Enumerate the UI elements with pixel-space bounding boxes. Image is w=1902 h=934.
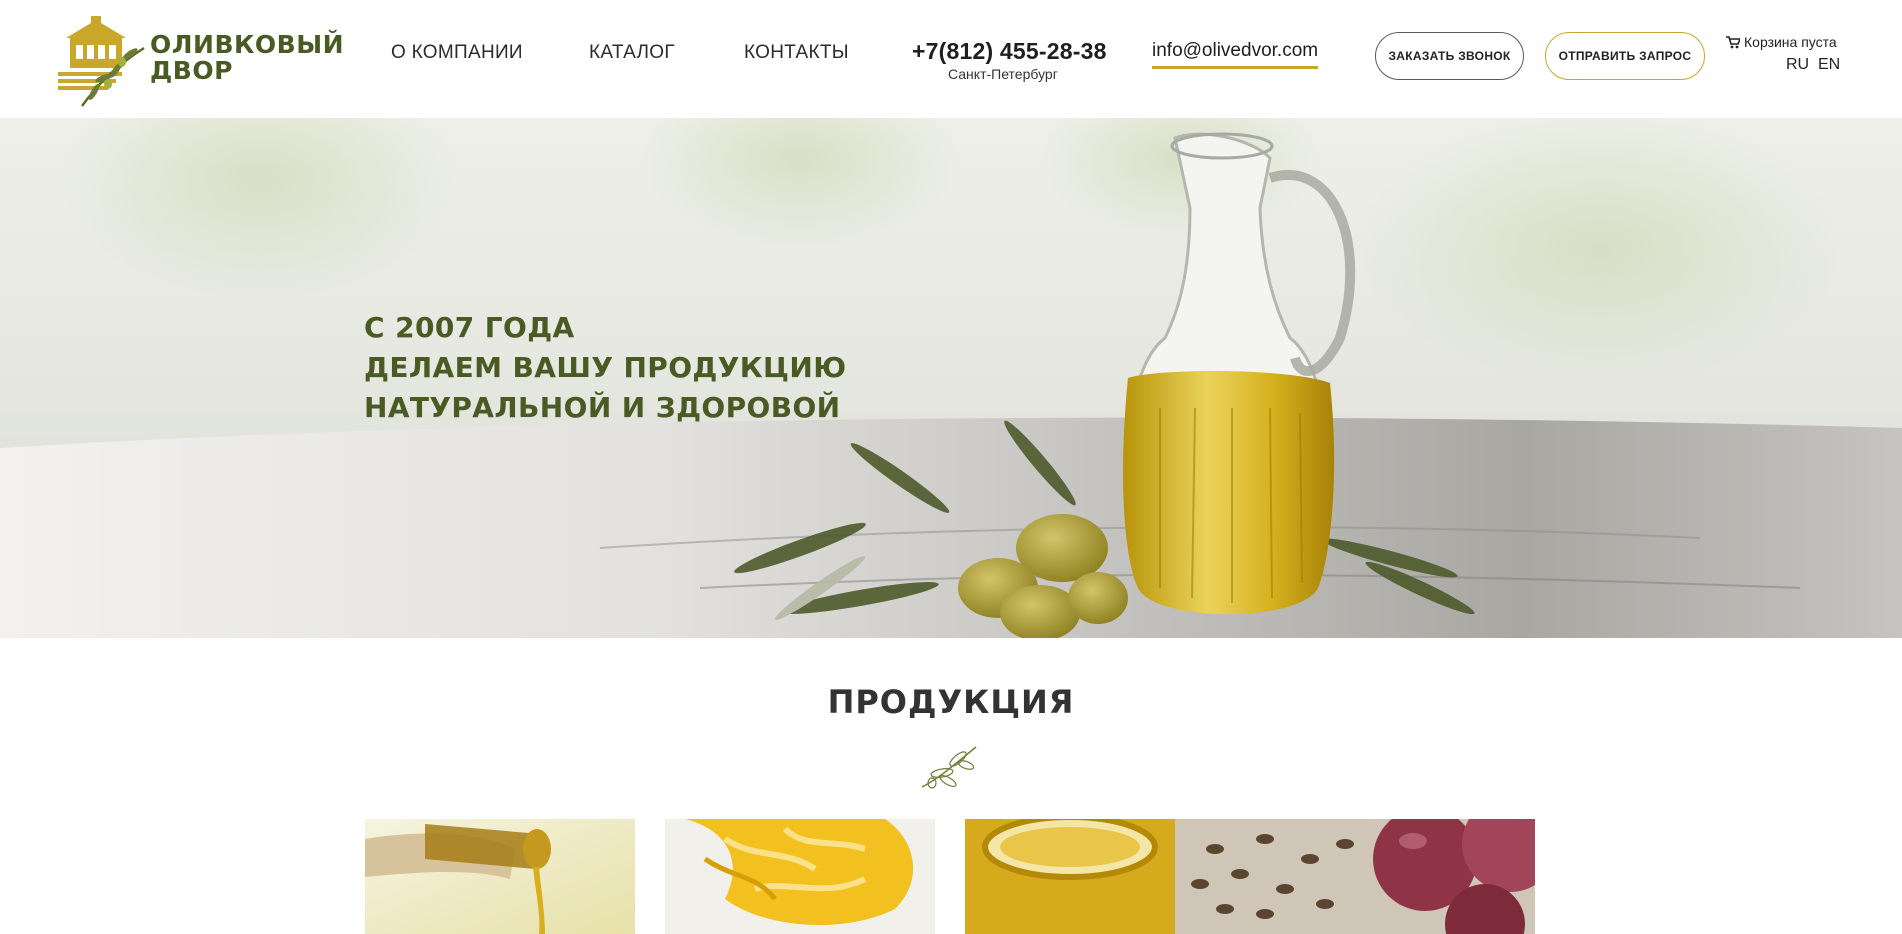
lang-ru[interactable]: RU [1786,56,1809,74]
phone-link[interactable]: +7(812) 455-28-38 [912,38,1107,65]
hero-banner: С 2007 ГОДА ДЕЛАЕМ ВАШУ ПРОДУКЦИЮ НАТУРА… [0,118,1902,638]
cart-icon [1726,35,1740,48]
hero-title-line3: НАТУРАЛЬНОЙ И ЗДОРОВОЙ [364,391,841,424]
product-card-olive-oil[interactable] [365,819,635,934]
olive-oil-jug-hero-image [0,118,1902,638]
site-header: ОЛИВКОВЫЙ ДВОР О КОМПАНИИ КАТАЛОГ КОНТАК… [0,0,1902,118]
cart-status-label: Корзина пуста [1744,34,1837,50]
hero-title-line1: С 2007 ГОДА [364,311,575,344]
logo-link[interactable]: ОЛИВКОВЫЙ ДВОР [58,14,344,110]
olive-sprig-icon [921,746,977,789]
brand-name-line2: ДВОР [150,56,233,85]
city-label: Санкт-Петербург [948,66,1058,82]
cart-link[interactable]: Корзина пуста [1726,34,1837,50]
brand-name: ОЛИВКОВЫЙ ДВОР [150,32,344,84]
products-section-title: ПРОДУКЦИЯ [827,683,1075,721]
oil-jar-grape-seeds-image [965,819,1535,934]
order-call-button[interactable]: ЗАКАЗАТЬ ЗВОНОК [1375,32,1524,80]
hero-title: С 2007 ГОДА ДЕЛАЕМ ВАШУ ПРОДУКЦИЮ НАТУРА… [364,308,847,428]
lang-en[interactable]: EN [1818,56,1840,74]
product-card-grape-seed-oil[interactable] [965,819,1535,934]
send-request-button[interactable]: ОТПРАВИТЬ ЗАПРОС [1545,32,1705,80]
yellow-fat-image [665,819,935,934]
pouring-olive-oil-image [365,819,635,934]
nav-catalog[interactable]: КАТАЛОГ [589,42,675,64]
house-olive-logo-icon [58,16,145,107]
nav-about[interactable]: О КОМПАНИИ [391,42,523,64]
hero-title-line2: ДЕЛАЕМ ВАШУ ПРОДУКЦИЮ [364,351,847,384]
brand-name-line1: ОЛИВКОВЫЙ [150,30,345,59]
nav-contacts[interactable]: КОНТАКТЫ [744,42,849,64]
email-link[interactable]: info@olivedvor.com [1152,40,1319,69]
product-card-fat[interactable] [665,819,935,934]
